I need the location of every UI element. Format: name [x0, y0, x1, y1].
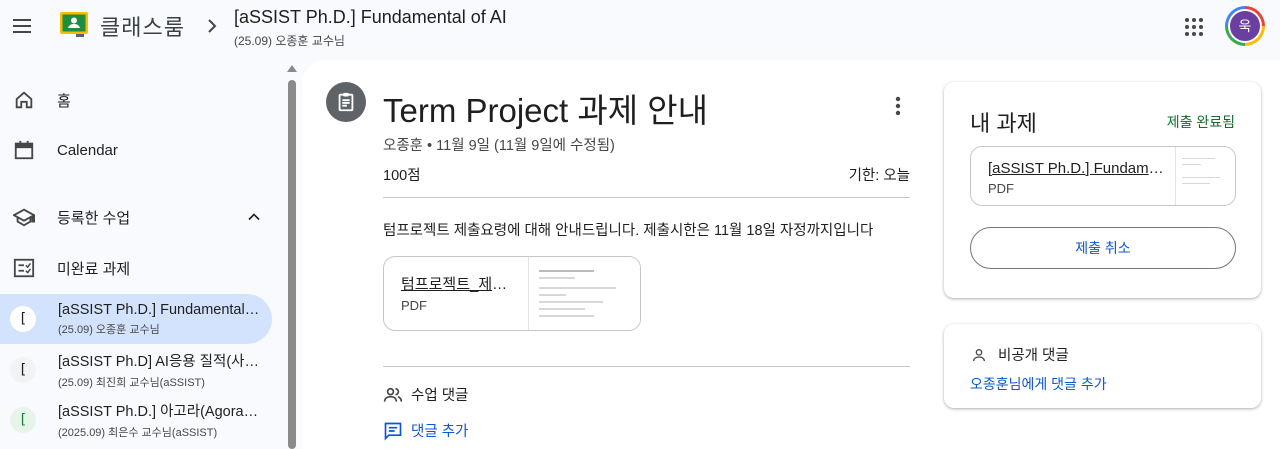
sidebar-item-calendar[interactable]: Calendar	[0, 128, 272, 172]
submitted-file-name[interactable]: [aSSIST Ph.D.] Fundamental of AI	[988, 160, 1168, 177]
chevron-right-icon	[202, 14, 222, 38]
assignment-points: 100점	[383, 168, 421, 184]
attachment-type: PDF	[401, 298, 427, 313]
course-badge: [	[10, 357, 36, 383]
app-name[interactable]: 클래스룸	[100, 10, 185, 42]
private-comments-card: 비공개 댓글 오종훈님에게 댓글 추가	[944, 324, 1261, 408]
scroll-up-arrow-icon[interactable]	[286, 64, 298, 74]
attachment-name[interactable]: 텀프로젝트_제출요령	[401, 273, 511, 294]
divider	[383, 366, 910, 367]
course-badge: [	[10, 407, 36, 433]
sidebar-course-item[interactable]: [ [aSSIST Ph.D] AI응용 질적(사회과학) (25.09) 최진…	[0, 345, 272, 395]
sidebar-course-item[interactable]: [ [aSSIST Ph.D.] Fundamental of AI (25.0…	[0, 294, 272, 344]
sidebar-item-label: 홈	[57, 92, 71, 110]
assignment-icon	[326, 82, 366, 122]
class-comments-header: 수업 댓글	[383, 384, 468, 405]
assignment-title: Term Project 과제 안내	[383, 92, 708, 129]
course-teacher: (2025.09) 최은수 교수님(aSSIST)	[58, 427, 218, 439]
course-teacher: (25.09) 최진희 교수님(aSSIST)	[58, 377, 205, 389]
checklist-icon	[12, 256, 36, 280]
class-comments-label: 수업 댓글	[411, 388, 469, 404]
sidebar-section-enrolled[interactable]: 등록한 수업	[0, 195, 272, 239]
home-icon	[12, 88, 36, 112]
sidebar-item-todo[interactable]: 미완료 과제	[0, 246, 272, 290]
add-comment-label: 댓글 추가	[411, 424, 469, 440]
sidebar: 홈 Calendar 등록한 수업 미완료 과제 [ [aSSIST Ph.D.…	[0, 60, 300, 449]
submitted-file-type: PDF	[988, 181, 1014, 196]
sidebar-course-item[interactable]: [ [aSSIST Ph.D.] 아고라(Agora) 세미나 (2025.09…	[0, 395, 272, 445]
course-badge: [	[10, 306, 36, 332]
divider	[383, 197, 910, 198]
sidebar-item-home[interactable]: 홈	[0, 78, 272, 122]
more-vert-icon[interactable]	[886, 94, 910, 118]
add-class-comment-button[interactable]: 댓글 추가	[383, 420, 468, 441]
hamburger-menu-icon[interactable]	[6, 10, 38, 42]
private-comments-title: 비공개 댓글	[998, 348, 1069, 364]
person-icon	[970, 346, 988, 364]
avatar-letter: 욱	[1228, 9, 1262, 43]
attachment-card[interactable]: 텀프로젝트_제출요령 PDF	[383, 256, 641, 331]
course-name: [aSSIST Ph.D.] Fundamental of AI	[58, 301, 262, 318]
top-bar: 클래스룸 [aSSIST Ph.D.] Fundamental of AI (2…	[0, 0, 1280, 60]
assignment-meta: 오종훈 • 11월 9일 (11월 9일에 수정됨)	[383, 138, 615, 154]
unsubmit-button[interactable]: 제출 취소	[970, 227, 1236, 269]
course-subtitle: (25.09) 오종훈 교수님	[234, 34, 345, 48]
submission-status: 제출 완료됨	[1166, 114, 1235, 130]
sidebar-scrollbar[interactable]	[288, 80, 296, 449]
sidebar-item-label: Calendar	[57, 141, 118, 159]
comment-icon	[383, 421, 403, 441]
course-title-link[interactable]: [aSSIST Ph.D.] Fundamental of AI	[234, 7, 507, 28]
submitted-file-card[interactable]: [aSSIST Ph.D.] Fundamental of AI PDF	[970, 146, 1236, 206]
course-name: [aSSIST Ph.D.] 아고라(Agora) 세미나	[58, 404, 262, 420]
course-name: [aSSIST Ph.D] AI응용 질적(사회과학)	[58, 354, 262, 370]
my-work-title: 내 과제	[970, 111, 1037, 136]
course-teacher: (25.09) 오종훈 교수님	[58, 323, 160, 336]
submitted-file-thumbnail	[1175, 147, 1235, 205]
sidebar-item-label: 등록한 수업	[57, 209, 131, 227]
assignment-due: 기한: 오늘	[848, 168, 910, 184]
school-icon	[12, 205, 36, 229]
classroom-logo-icon[interactable]	[60, 12, 88, 38]
account-avatar[interactable]: 욱	[1225, 6, 1265, 46]
people-icon	[383, 385, 403, 405]
google-apps-icon[interactable]	[1180, 13, 1208, 41]
sidebar-item-label: 미완료 과제	[57, 260, 131, 278]
chevron-up-icon[interactable]	[242, 205, 266, 229]
add-private-comment-link[interactable]: 오종훈님에게 댓글 추가	[970, 374, 1107, 394]
calendar-icon	[12, 138, 36, 162]
my-work-card: 내 과제 제출 완료됨 [aSSIST Ph.D.] Fundamental o…	[944, 82, 1261, 298]
attachment-thumbnail	[528, 257, 640, 330]
assignment-description: 텀프로젝트 제출요령에 대해 안내드립니다. 제출시한은 11월 18일 자정까…	[383, 223, 874, 239]
private-comments-header: 비공개 댓글	[970, 344, 1069, 365]
